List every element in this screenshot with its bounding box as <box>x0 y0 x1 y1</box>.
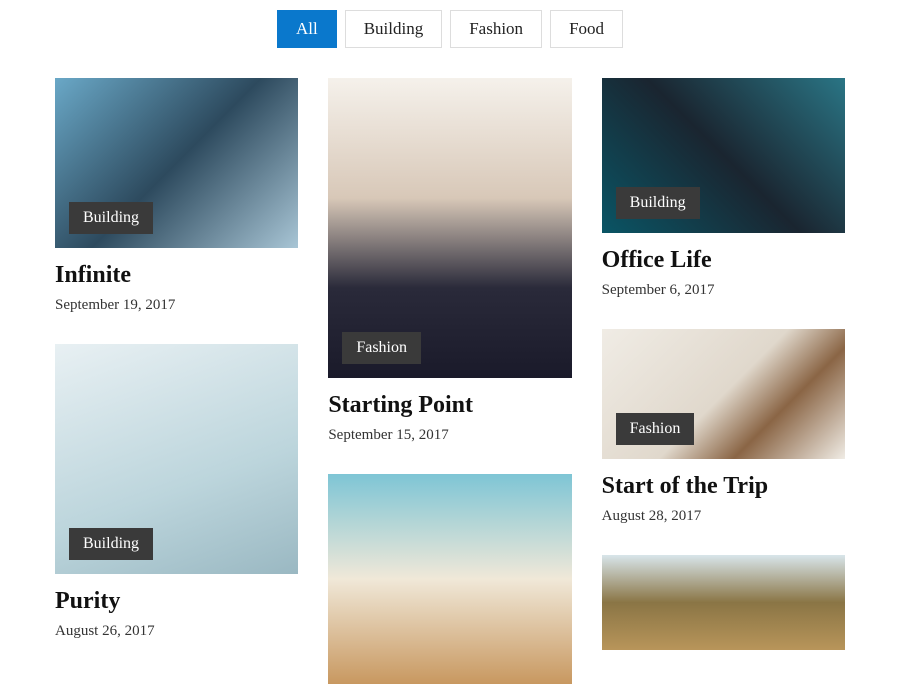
card-date: September 6, 2017 <box>602 282 845 299</box>
card-image <box>328 474 571 684</box>
card-tower[interactable] <box>602 555 845 650</box>
card-image <box>602 555 845 650</box>
card-title[interactable]: Purity <box>55 588 298 615</box>
card-date: August 26, 2017 <box>55 623 298 640</box>
card-image: Building <box>602 78 845 233</box>
card-date: September 19, 2017 <box>55 297 298 314</box>
category-badge[interactable]: Fashion <box>616 413 695 445</box>
card-date: September 15, 2017 <box>328 427 571 444</box>
card-image: Building <box>55 78 298 248</box>
category-badge[interactable]: Fashion <box>342 332 421 364</box>
category-badge[interactable]: Building <box>69 528 153 560</box>
card-grid: Building Infinite September 19, 2017 Bui… <box>55 78 845 684</box>
card-title[interactable]: Office Life <box>602 247 845 274</box>
category-badge[interactable]: Building <box>69 202 153 234</box>
card-image: Fashion <box>602 329 845 459</box>
card-image: Building <box>55 344 298 574</box>
grid-column: Building Office Life September 6, 2017 F… <box>602 78 845 684</box>
card-office-life[interactable]: Building Office Life September 6, 2017 <box>602 78 845 299</box>
filter-food-button[interactable]: Food <box>550 10 623 48</box>
grid-column: Fashion Starting Point September 15, 201… <box>328 78 571 684</box>
card-title[interactable]: Start of the Trip <box>602 473 845 500</box>
card-title[interactable]: Infinite <box>55 262 298 289</box>
card-image: Fashion <box>328 78 571 378</box>
filter-fashion-button[interactable]: Fashion <box>450 10 542 48</box>
filter-all-button[interactable]: All <box>277 10 337 48</box>
card-infinite[interactable]: Building Infinite September 19, 2017 <box>55 78 298 314</box>
filter-bar: All Building Fashion Food <box>55 10 845 48</box>
card-starting-point[interactable]: Fashion Starting Point September 15, 201… <box>328 78 571 444</box>
filter-building-button[interactable]: Building <box>345 10 443 48</box>
card-title[interactable]: Starting Point <box>328 392 571 419</box>
card-food[interactable] <box>328 474 571 684</box>
card-purity[interactable]: Building Purity August 26, 2017 <box>55 344 298 640</box>
card-date: August 28, 2017 <box>602 508 845 525</box>
category-badge[interactable]: Building <box>616 187 700 219</box>
grid-column: Building Infinite September 19, 2017 Bui… <box>55 78 298 684</box>
card-start-of-trip[interactable]: Fashion Start of the Trip August 28, 201… <box>602 329 845 525</box>
